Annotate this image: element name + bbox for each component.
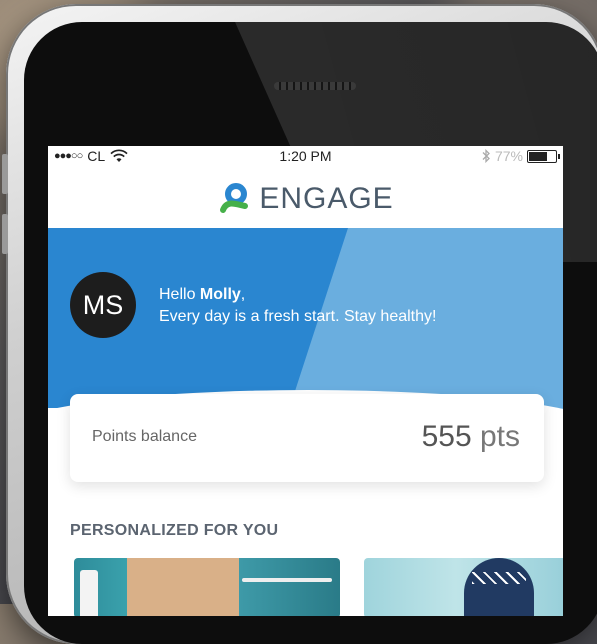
greeting-suffix: ,: [240, 286, 246, 303]
hat-image: [464, 558, 534, 616]
bluetooth-icon: [482, 149, 490, 163]
greeting-tagline: Every day is a fresh start. Stay healthy…: [159, 308, 437, 325]
greeting-line: Hello Molly,: [159, 284, 436, 306]
earpiece-speaker: [274, 82, 356, 90]
battery-icon: [527, 149, 560, 163]
status-bar: ●●●○○ CL 1:20 PM 77%: [48, 146, 563, 166]
points-balance-card[interactable]: Points balance 555 pts: [70, 394, 544, 482]
points-label: Points balance: [92, 428, 197, 445]
app-screen: ●●●○○ CL 1:20 PM 77% ENGAGE MS Hello Mol…: [48, 146, 563, 616]
pen-image: [242, 578, 332, 582]
greeting-text: Hello Molly, Every day is a fresh start.…: [159, 284, 436, 328]
engage-logo-icon: [220, 183, 249, 213]
app-logo-text: ENGAGE: [259, 182, 394, 215]
bottle-image: [80, 570, 98, 616]
battery-percentage: 77%: [494, 148, 523, 164]
points-number: 555: [421, 420, 472, 453]
volume-up-button: [2, 154, 8, 194]
points-unit: pts: [471, 420, 520, 453]
volume-down-button: [2, 214, 8, 254]
battery-fill: [529, 151, 548, 161]
user-name: Molly: [199, 286, 241, 303]
battery-tip: [558, 153, 560, 159]
app-header: ENGAGE: [48, 170, 563, 228]
points-value: 555 pts: [422, 420, 520, 454]
zigzag-pattern: [472, 572, 526, 584]
personalized-card-image[interactable]: [74, 558, 340, 616]
section-title-personalized: PERSONALIZED FOR YOU: [70, 522, 279, 539]
avatar[interactable]: MS: [70, 272, 136, 338]
greeting-prefix: Hello: [159, 286, 200, 303]
personalized-card-image[interactable]: [364, 558, 563, 616]
